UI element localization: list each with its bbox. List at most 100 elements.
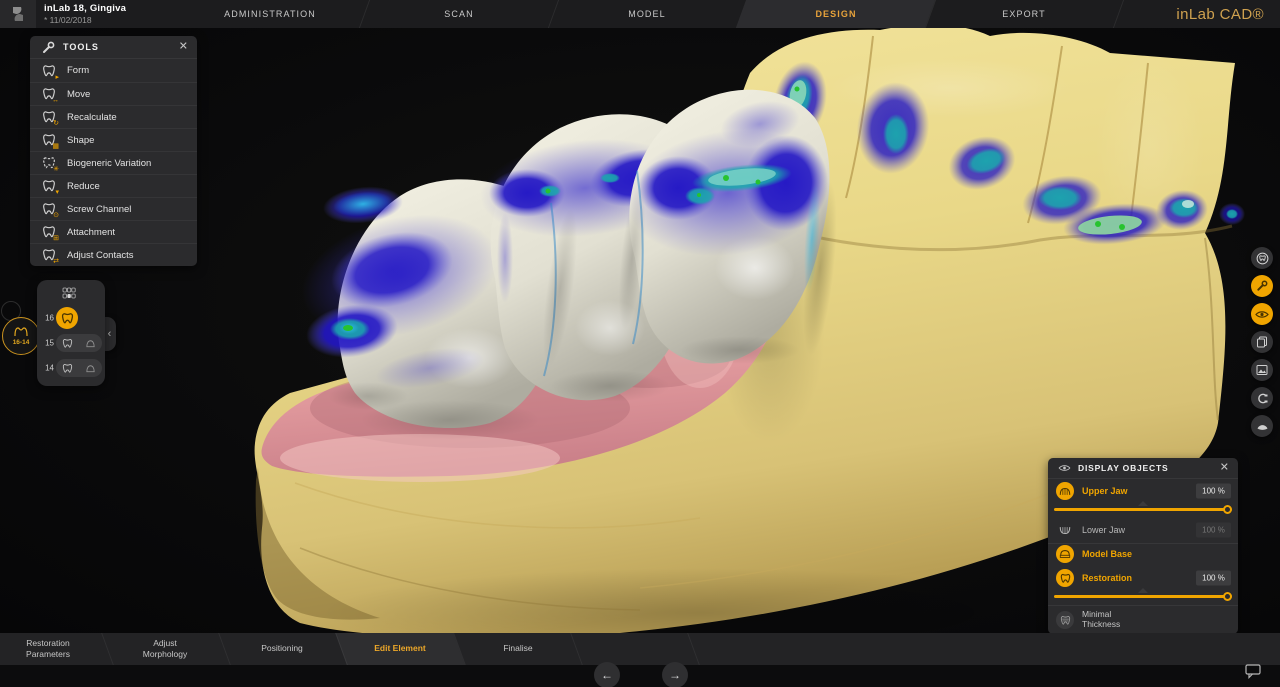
attachment-icon: ⊞ — [42, 225, 56, 239]
slider-knob[interactable] — [1223, 592, 1232, 601]
slider-track — [1054, 508, 1232, 511]
tooth-range-badge[interactable]: 16-14 — [2, 317, 40, 355]
display-row-lower-jaw[interactable]: Lower Jaw 100 % — [1048, 520, 1238, 540]
tab-export[interactable]: EXPORT — [949, 0, 1099, 28]
divider — [1048, 605, 1238, 606]
tooth-recalculate-icon: ↻ — [42, 110, 56, 124]
eye-icon — [1058, 464, 1071, 472]
app-logo[interactable] — [0, 0, 36, 28]
tooth-form-icon: ▸ — [42, 64, 56, 78]
tool-item-form[interactable]: ▸ Form — [30, 59, 197, 82]
feedback-chat-button[interactable] — [1245, 664, 1262, 684]
tools-panel: TOOLS ✕ ▸ Form ↔ Move ↻ Recalculate ▦ — [30, 36, 197, 266]
rotate-restoration-button[interactable] — [1251, 247, 1273, 269]
tool-item-adjust-contacts[interactable]: ⇄ Adjust Contacts — [30, 243, 197, 266]
articulation-button[interactable] — [1251, 387, 1273, 409]
slider-knob[interactable] — [1223, 505, 1232, 514]
tools-button[interactable] — [1251, 275, 1273, 297]
topbar-divider — [548, 0, 559, 28]
tool-label: Reduce — [67, 181, 100, 192]
project-date: * 11/02/2018 — [44, 15, 126, 25]
tool-item-shape[interactable]: ▦ Shape — [30, 128, 197, 151]
upper-jaw-opacity-slider[interactable] — [1054, 504, 1232, 514]
tool-label: Attachment — [67, 227, 115, 238]
display-objects-title: DISPLAY OBJECTS — [1078, 463, 1168, 473]
wrench-icon — [42, 41, 55, 54]
tool-label: Recalculate — [67, 112, 117, 123]
crown-icon — [85, 363, 96, 374]
display-objects-panel: DISPLAY OBJECTS ✕ Upper Jaw 100 % Lower … — [1048, 458, 1238, 634]
close-icon[interactable]: ✕ — [1220, 463, 1229, 474]
tool-item-recalculate[interactable]: ↻ Recalculate — [30, 105, 197, 128]
display-objects-button[interactable] — [1251, 303, 1273, 325]
crown-icon — [85, 338, 96, 349]
tab-scan[interactable]: SCAN — [384, 0, 534, 28]
screw-channel-icon: ⊙ — [42, 202, 56, 216]
tooth-number: 16 — [41, 314, 54, 323]
display-row-minimal-thickness[interactable]: Minimal Thickness — [1048, 608, 1238, 632]
tool-item-attachment[interactable]: ⊞ Attachment — [30, 220, 197, 243]
tooth-number: 15 — [41, 339, 54, 348]
tooth-icon — [61, 312, 74, 325]
tooth-icon — [62, 363, 73, 374]
top-menu-bar: inLab 18, Gingiva * 11/02/2018 ADMINISTR… — [0, 0, 1280, 28]
topbar-divider — [1113, 0, 1124, 28]
tab-administration[interactable]: ADMINISTRATION — [195, 0, 345, 28]
display-row-restoration[interactable]: Restoration 100 % — [1048, 568, 1238, 588]
tooth-row-14: 14 — [37, 357, 105, 379]
tooth-row-15: 15 — [37, 332, 105, 354]
display-row-upper-jaw[interactable]: Upper Jaw 100 % — [1048, 481, 1238, 501]
step-edit-element[interactable]: Edit Element — [344, 633, 456, 665]
tooth-14-options[interactable] — [56, 359, 102, 377]
minimal-thickness-icon — [1056, 611, 1074, 629]
tool-label: Biogeneric Variation — [67, 158, 151, 169]
articulator-icon — [1256, 392, 1269, 405]
smooth-surface-button[interactable] — [1251, 415, 1273, 437]
step-finalise[interactable]: Finalise — [462, 633, 574, 665]
tool-item-reduce[interactable]: ▾ Reduce — [30, 174, 197, 197]
close-icon[interactable]: ✕ — [179, 42, 188, 53]
snapshot-button[interactable] — [1251, 359, 1273, 381]
tool-label: Shape — [67, 135, 94, 146]
display-row-model-base[interactable]: Model Base — [1048, 544, 1238, 564]
tab-design[interactable]: DESIGN — [761, 0, 911, 28]
step-adjust-morphology[interactable]: Adjust Morphology — [109, 633, 221, 665]
tool-item-move[interactable]: ↔ Move — [30, 82, 197, 105]
opacity-value: 100 % — [1196, 484, 1231, 499]
tooth-15-options[interactable] — [56, 334, 102, 352]
tooth-16-selected-button[interactable] — [56, 307, 78, 329]
tooth-move-icon: ↔ — [42, 87, 56, 101]
step-positioning[interactable]: Positioning — [226, 633, 338, 665]
tool-item-biogeneric-variation[interactable]: ✳ Biogeneric Variation — [30, 151, 197, 174]
inlab-cad-window: inLab 18, Gingiva * 11/02/2018 ADMINISTR… — [0, 0, 1280, 687]
sirona-logo-icon — [9, 5, 27, 23]
opacity-value: 100 % — [1196, 571, 1231, 586]
bottom-strip — [0, 665, 1280, 687]
tool-label: Form — [67, 65, 89, 76]
tool-label: Adjust Contacts — [67, 250, 134, 261]
tooth-number: 14 — [41, 364, 54, 373]
adjust-contacts-icon: ⇄ — [42, 248, 56, 262]
step-back-button[interactable]: ← — [594, 662, 620, 687]
slider-track — [1054, 595, 1232, 598]
project-title: inLab 18, Gingiva — [44, 3, 126, 14]
upper-jaw-icon — [1056, 482, 1074, 500]
display-objects-header: DISPLAY OBJECTS ✕ — [1048, 458, 1238, 479]
eye-icon — [1255, 310, 1269, 319]
tooth-icon — [62, 338, 73, 349]
tooth-reduce-icon: ▾ — [42, 179, 56, 193]
restoration-opacity-slider[interactable] — [1054, 591, 1232, 601]
step-forward-button[interactable]: → — [662, 662, 688, 687]
step-restoration-parameters[interactable]: Restoration Parameters — [0, 633, 104, 665]
display-row-label: Upper Jaw — [1082, 486, 1128, 496]
tool-item-screw-channel[interactable]: ⊙ Screw Channel — [30, 197, 197, 220]
tooth-orbit-icon — [1256, 252, 1269, 265]
copy-restoration-button[interactable] — [1251, 331, 1273, 353]
tooth-selector-panel: 16 15 14 — [37, 280, 105, 386]
model-base-icon — [1056, 545, 1074, 563]
speech-bubble-icon — [1245, 664, 1262, 679]
tool-label: Move — [67, 89, 90, 100]
display-row-label: Minimal Thickness — [1082, 610, 1120, 630]
tab-model[interactable]: MODEL — [572, 0, 722, 28]
slider-caret — [1138, 588, 1148, 593]
